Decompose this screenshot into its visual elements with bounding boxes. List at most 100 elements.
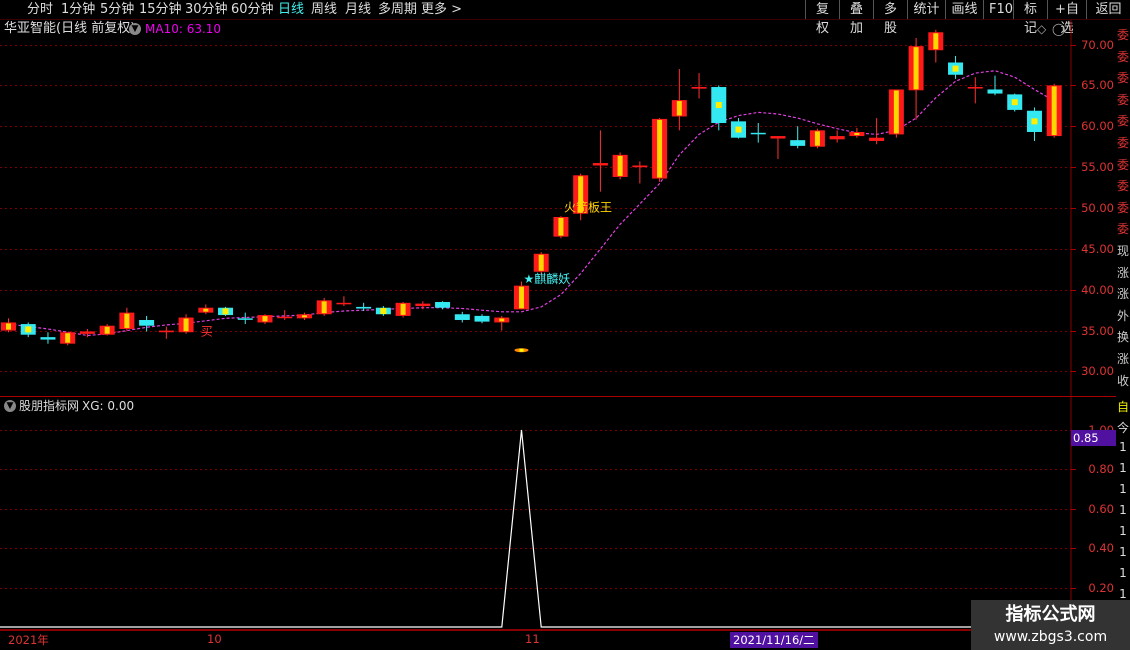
quote-label-char: 换 [1116, 330, 1129, 345]
candle-body-up [869, 137, 885, 141]
quote-value-char: 1 [1119, 461, 1127, 475]
candle-body-highlight [1031, 118, 1038, 125]
candle-body-highlight [321, 301, 327, 314]
toolbar-button-1[interactable]: 叠加 [839, 0, 873, 36]
candle [809, 128, 825, 149]
candle-body-highlight [814, 131, 820, 146]
candle-body-up [632, 165, 648, 168]
candle-body-down [40, 337, 56, 340]
candle-body-highlight [380, 307, 387, 314]
quote-label-char: 委 [1116, 114, 1129, 129]
candle-body-highlight [617, 155, 623, 176]
candle-body-up [592, 163, 608, 166]
quote-label-char: 涨 [1116, 265, 1129, 280]
candle-body-down [454, 314, 470, 320]
candle [198, 304, 214, 315]
candle [218, 306, 234, 316]
candle [336, 296, 352, 307]
candle [592, 130, 608, 192]
candle-body-highlight [715, 102, 722, 109]
candle-body-highlight [518, 286, 524, 309]
period-tab-1[interactable]: 1分钟 [61, 1, 95, 19]
candle [750, 122, 766, 143]
candle [20, 322, 36, 338]
candle-body-highlight [657, 119, 663, 178]
candle [474, 314, 490, 324]
candlestick-chart[interactable]: 买 ★麒麟妖 火箭板王 [0, 20, 1116, 630]
xg-indicator-line [0, 429, 1071, 628]
candle [277, 310, 293, 320]
quote-label-char: 涨 [1116, 352, 1129, 366]
candle [731, 118, 747, 139]
toolbar-button-8[interactable]: 返回 [1086, 0, 1130, 19]
toolbar-button-2[interactable]: 多股 [873, 0, 907, 36]
candle-body-up [277, 316, 293, 319]
period-tab-7[interactable]: 周线 [311, 1, 337, 19]
candle [948, 55, 964, 79]
candle-body-down [139, 319, 155, 326]
candle-body-highlight [65, 333, 71, 343]
quote-label-char: 委 [1116, 157, 1129, 172]
date-label-nov: 11 [525, 632, 540, 646]
date-axis: 2021年 10 11 2021/11/16/二 [0, 630, 1116, 650]
candle [1007, 93, 1023, 112]
period-tab-3[interactable]: 15分钟 [139, 1, 182, 19]
candle [829, 130, 845, 143]
period-tab-8[interactable]: 月线 [345, 1, 371, 19]
period-tab-2[interactable]: 5分钟 [100, 1, 134, 19]
period-tab-10[interactable]: 更多 > [421, 1, 462, 19]
quote-label-char: 涨 [1116, 287, 1129, 302]
quote-value-char: 1 [1119, 566, 1127, 580]
candle-body-up [79, 331, 95, 334]
buy-signal-label: 买 [201, 325, 213, 339]
toolbar-button-5[interactable]: F10 [983, 0, 1013, 19]
period-tab-6[interactable]: 日线 [278, 1, 304, 19]
toolbar-button-0[interactable]: 复权 [805, 0, 839, 36]
candle [99, 324, 115, 336]
candle [553, 216, 569, 239]
candle [790, 126, 806, 149]
candle [652, 118, 668, 182]
candle [158, 326, 174, 339]
indicator-dropdown-icon[interactable]: ▼ [4, 400, 16, 412]
toolbar-button-7[interactable]: +自选 [1047, 0, 1086, 36]
price-tick-label: 60.00 [1081, 119, 1114, 134]
price-tick-label: 70.00 [1081, 37, 1114, 52]
quote-value-char: 自 [1116, 400, 1129, 414]
candle-body-down [356, 306, 372, 309]
candle [139, 315, 155, 332]
candle-body-highlight [952, 65, 959, 72]
candle-body-highlight [124, 313, 130, 328]
watermark: 指标公式网 www.zbgs3.com [971, 600, 1130, 650]
price-tick-label: 40.00 [1081, 282, 1114, 297]
candle-body-highlight [893, 90, 899, 134]
quote-label-char: 收 [1116, 373, 1129, 388]
period-tab-9[interactable]: 多周期 [378, 1, 417, 19]
period-tab-5[interactable]: 60分钟 [231, 1, 274, 19]
candle [454, 311, 470, 323]
quote-label-char: 委 [1116, 200, 1129, 215]
price-tick-label: 55.00 [1081, 160, 1114, 175]
candle [79, 328, 95, 338]
toolbar-button-4[interactable]: 画线 [945, 0, 983, 19]
price-axis: 70.00 65.00 60.00 55.00 50.00 45.00 40.00 35.00… [1071, 20, 1116, 396]
price-tick-label: 35.00 [1081, 323, 1114, 338]
watermark-url: www.zbgs3.com [993, 629, 1108, 645]
rocket-signal-label: 火箭板王 [564, 199, 612, 214]
period-tab-4[interactable]: 30分钟 [185, 1, 228, 19]
candle-body-highlight [735, 126, 742, 133]
quote-label-char: 委 [1116, 222, 1129, 237]
watermark-title: 指标公式网 [1005, 604, 1096, 625]
candle-body-up [770, 136, 786, 139]
candle-body-up [691, 87, 707, 89]
toolbar-button-3[interactable]: 统计 [907, 0, 945, 19]
candle [869, 118, 885, 145]
candle [908, 37, 924, 120]
period-tab-0[interactable]: 分时 [27, 1, 53, 19]
quote-panel-edge: 委委委委委委委委委委现涨涨外换涨收自今11111111 [1116, 20, 1130, 626]
toolbar-button-6[interactable]: 标记 [1013, 0, 1047, 36]
candle [237, 312, 253, 325]
quote-label-char: 现 [1116, 244, 1129, 258]
cursor-date: 2021/11/16/二 [730, 632, 818, 648]
quote-value-char: 1 [1119, 482, 1127, 496]
